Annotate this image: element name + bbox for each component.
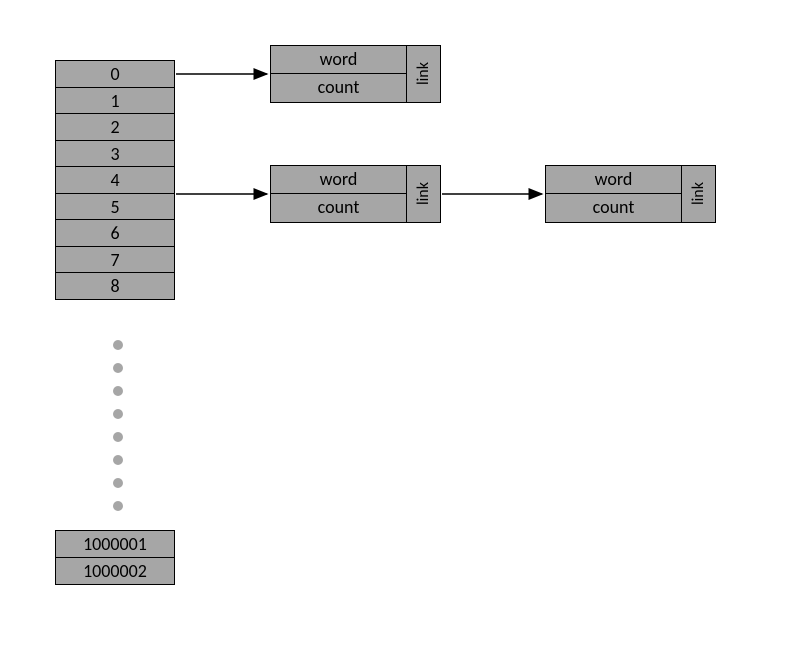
arrow-node-to-node [0, 0, 800, 670]
